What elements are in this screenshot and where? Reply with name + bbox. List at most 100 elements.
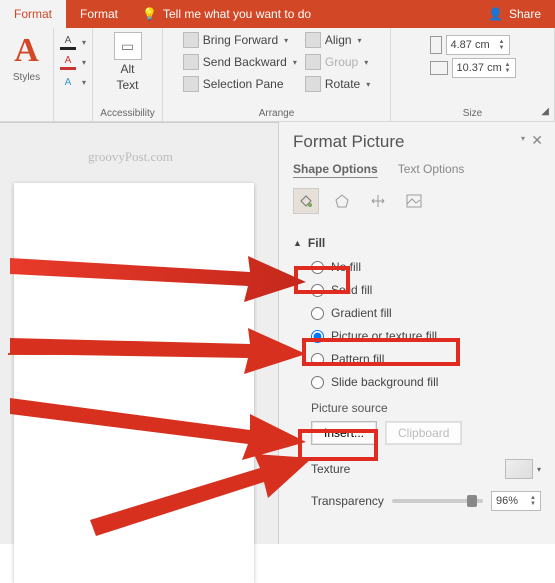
- width-spinner[interactable]: ▲▼: [505, 62, 511, 74]
- tab-format[interactable]: Format: [66, 0, 132, 28]
- dialog-launcher-icon[interactable]: ◢: [541, 106, 549, 117]
- chevron-down-icon[interactable]: ▾: [537, 465, 541, 474]
- slide-canvas[interactable]: [14, 183, 254, 583]
- ribbon: A Styles A ▾ A ▾ A ▾ ▭ Alt Text Accessibili…: [0, 28, 555, 122]
- transparency-value: 96%: [496, 495, 518, 507]
- selection-pane-button[interactable]: Selection Pane: [183, 76, 297, 92]
- height-icon: [430, 36, 442, 54]
- height-control[interactable]: 4.87 cm ▲▼: [430, 35, 516, 55]
- selection-pane-icon: [183, 76, 199, 92]
- shape-line[interactable]: [8, 353, 238, 355]
- group-icon: [305, 54, 321, 70]
- width-icon: [430, 61, 448, 75]
- transparency-spinner[interactable]: ▲▼: [530, 495, 536, 507]
- shape-options-tab[interactable]: Shape Options: [293, 162, 378, 176]
- rotate-button[interactable]: Rotate ▾: [305, 76, 370, 92]
- document-area: groovyPost.com: [0, 122, 278, 544]
- chevron-down-icon[interactable]: ▾: [284, 36, 288, 45]
- align-label: Align: [325, 33, 352, 47]
- alt-text-label1: Alt: [121, 62, 135, 76]
- no-fill-option[interactable]: No fill: [311, 260, 541, 274]
- text-outline-button[interactable]: A: [60, 54, 76, 70]
- slider-thumb[interactable]: [467, 495, 477, 507]
- group-label-arrange: Arrange: [259, 108, 295, 119]
- slide-bg-fill-option[interactable]: Slide background fill: [311, 375, 541, 389]
- slide-bg-fill-label: Slide background fill: [331, 375, 438, 389]
- align-icon: [305, 32, 321, 48]
- width-value[interactable]: 10.37 cm: [457, 62, 502, 74]
- chevron-down-icon[interactable]: ▾: [366, 80, 370, 89]
- group-styles: A Styles: [0, 28, 54, 121]
- picture-fill-option[interactable]: Picture or texture fill: [311, 329, 541, 343]
- alt-text-icon: ▭: [114, 32, 142, 60]
- pane-title: Format Picture: [293, 132, 541, 152]
- text-style-controls: A ▾ A ▾ A ▾: [54, 28, 93, 121]
- chevron-down-icon[interactable]: ▾: [82, 38, 86, 47]
- group-accessibility: ▭ Alt Text Accessibility: [93, 28, 163, 121]
- picture-source-buttons: Insert... Clipboard: [311, 421, 541, 445]
- chevron-down-icon[interactable]: ▾: [358, 36, 362, 45]
- clipboard-button: Clipboard: [385, 421, 462, 445]
- texture-row: Texture ▾: [311, 459, 541, 479]
- picture-category-button[interactable]: [401, 188, 427, 214]
- fill-section: ▲ Fill No fill Solid fill Gradient fill …: [293, 236, 541, 511]
- align-button[interactable]: Align ▾: [305, 32, 370, 48]
- effects-category-button[interactable]: [329, 188, 355, 214]
- pane-menu-icon[interactable]: ▾: [521, 134, 525, 143]
- selection-pane-label: Selection Pane: [203, 77, 284, 91]
- fill-section-header[interactable]: ▲ Fill: [293, 236, 541, 250]
- text-options-tab[interactable]: Text Options: [398, 162, 465, 176]
- text-effects-button[interactable]: A: [60, 74, 76, 90]
- insert-button[interactable]: Insert...: [311, 421, 377, 445]
- pattern-fill-option[interactable]: Pattern fill: [311, 352, 541, 366]
- group-label-size: Size: [463, 108, 482, 119]
- height-spinner[interactable]: ▲▼: [499, 39, 505, 51]
- size-category-button[interactable]: [365, 188, 391, 214]
- transparency-row: Transparency 96% ▲▼: [311, 491, 541, 511]
- gradient-fill-option[interactable]: Gradient fill: [311, 306, 541, 320]
- picture-fill-label: Picture or texture fill: [331, 329, 437, 343]
- letter-a-icon: A: [14, 32, 39, 70]
- fill-category-button[interactable]: [293, 188, 319, 214]
- pattern-fill-label: Pattern fill: [331, 352, 384, 366]
- solid-fill-option[interactable]: Solid fill: [311, 283, 541, 297]
- fill-label: Fill: [308, 236, 325, 250]
- paint-bucket-icon: [298, 193, 314, 209]
- options-tabs: Shape Options Text Options: [293, 162, 541, 176]
- chevron-down-icon: ▾: [364, 58, 368, 67]
- gradient-fill-label: Gradient fill: [331, 306, 392, 320]
- transparency-label: Transparency: [311, 494, 384, 508]
- ribbon-tabstrip: Format Format 💡 Tell me what you want to…: [0, 0, 555, 28]
- transparency-slider[interactable]: [392, 499, 483, 503]
- bring-forward-button[interactable]: Bring Forward ▾: [183, 32, 297, 48]
- width-control[interactable]: 10.37 cm▲▼: [430, 58, 516, 78]
- chevron-down-icon[interactable]: ▾: [82, 58, 86, 67]
- picture-source-label: Picture source: [311, 401, 541, 415]
- group-label-accessibility: Accessibility: [100, 108, 154, 119]
- texture-picker[interactable]: [505, 459, 533, 479]
- tell-me-label: Tell me what you want to do: [163, 7, 311, 21]
- fill-options: No fill Solid fill Gradient fill Picture…: [311, 260, 541, 389]
- pentagon-icon: [334, 193, 350, 209]
- group-button: Group▾: [305, 54, 370, 70]
- bring-forward-label: Bring Forward: [203, 33, 278, 47]
- solid-fill-label: Solid fill: [331, 283, 372, 297]
- tab-format-active[interactable]: Format: [0, 0, 66, 28]
- transparency-input[interactable]: 96% ▲▼: [491, 491, 541, 511]
- alt-text-label2: Text: [117, 78, 139, 92]
- close-icon[interactable]: ✕: [531, 132, 543, 149]
- texture-label: Texture: [311, 462, 350, 476]
- rotate-icon: [305, 76, 321, 92]
- rotate-label: Rotate: [325, 77, 360, 91]
- height-value[interactable]: 4.87 cm: [451, 39, 490, 51]
- alt-text-button[interactable]: ▭ Alt Text: [114, 32, 142, 92]
- chevron-down-icon[interactable]: ▾: [293, 58, 297, 67]
- picture-icon: [406, 193, 422, 209]
- chevron-down-icon[interactable]: ▾: [82, 78, 86, 87]
- wordart-style-gallery[interactable]: A: [14, 32, 39, 70]
- tell-me[interactable]: 💡 Tell me what you want to do: [132, 0, 474, 28]
- share-button[interactable]: 👤 Share: [474, 0, 555, 28]
- send-backward-button[interactable]: Send Backward▾: [183, 54, 297, 70]
- no-fill-label: No fill: [331, 260, 361, 274]
- text-fill-button[interactable]: A: [60, 34, 76, 50]
